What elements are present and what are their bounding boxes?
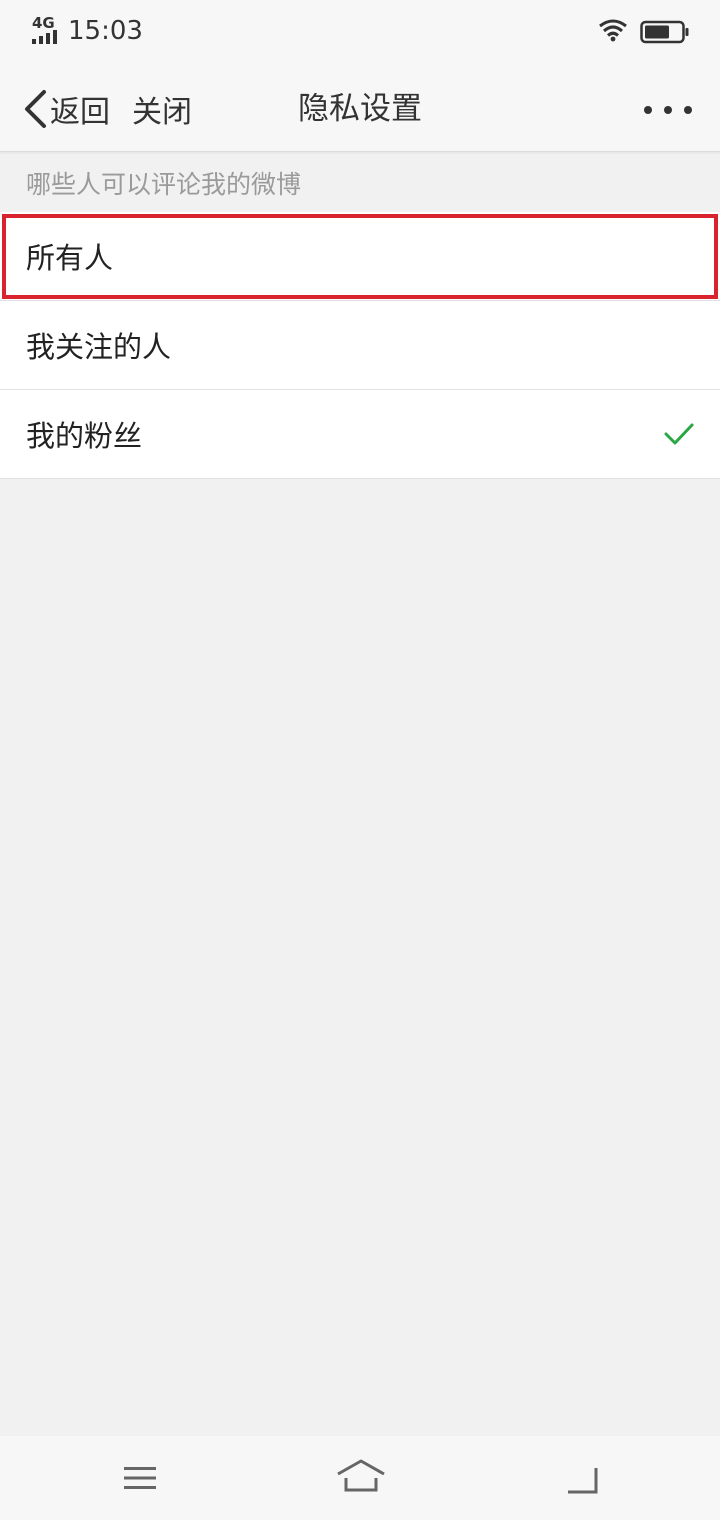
signal-icon	[32, 30, 57, 44]
section-header: 哪些人可以评论我的微博	[26, 170, 302, 199]
menu-icon[interactable]	[122, 1464, 158, 1492]
chevron-left-icon	[25, 90, 46, 128]
option-label: 我关注的人	[26, 330, 172, 364]
nav-bar: 返回 关闭 隐私设置	[0, 66, 720, 152]
back-label: 返回	[50, 95, 110, 130]
option-label: 所有人	[26, 241, 114, 275]
status-time: 15:03	[68, 16, 143, 46]
home-icon[interactable]	[336, 1458, 386, 1494]
status-bar: 4G 15:03	[0, 0, 720, 66]
option-fans[interactable]: 我的粉丝	[0, 390, 720, 479]
option-following[interactable]: 我关注的人	[0, 301, 720, 390]
option-list: 所有人 我关注的人 我的粉丝	[0, 212, 720, 479]
close-button[interactable]: 关闭	[132, 86, 192, 132]
battery-icon	[640, 20, 689, 44]
more-dots-icon[interactable]	[640, 90, 696, 130]
wifi-icon	[599, 19, 627, 42]
back-icon[interactable]	[562, 1462, 602, 1496]
option-everyone[interactable]: 所有人	[0, 212, 720, 301]
system-nav-bar	[0, 1436, 720, 1520]
checkmark-icon	[664, 423, 694, 445]
option-label: 我的粉丝	[26, 419, 143, 453]
back-button[interactable]: 返回	[22, 86, 110, 132]
